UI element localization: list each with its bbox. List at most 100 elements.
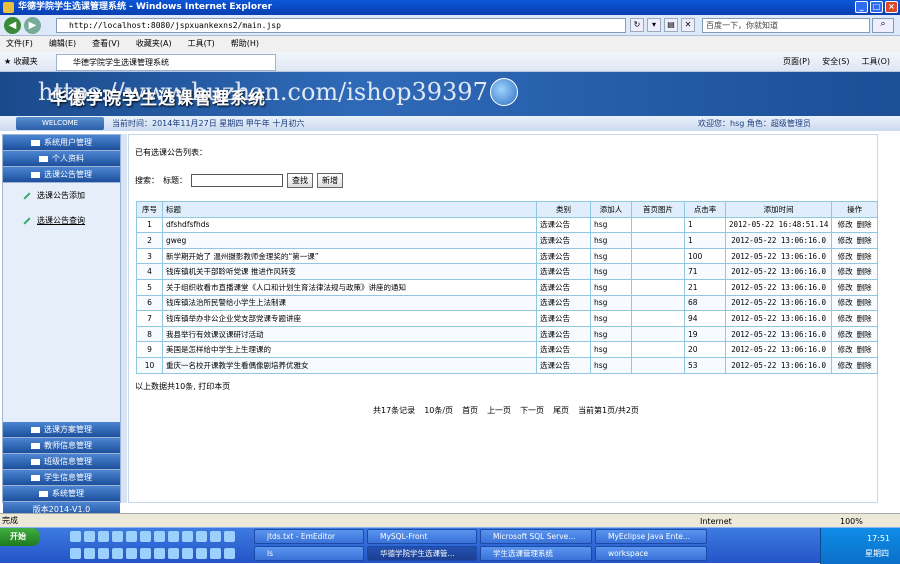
quicklaunch-icon[interactable] [70, 548, 81, 559]
sidebar-item-profile[interactable]: 个人资料 [3, 151, 120, 167]
task-workspace[interactable]: workspace [595, 546, 707, 561]
delete-link[interactable]: 删除 [857, 330, 872, 339]
quicklaunch-icon[interactable] [70, 531, 81, 542]
delete-link[interactable]: 删除 [857, 314, 872, 323]
sidebar-item-notices[interactable]: 选课公告管理 [3, 167, 120, 183]
quicklaunch-icon[interactable] [196, 548, 207, 559]
menu-view[interactable]: 查看(V) [92, 36, 120, 52]
cell-no: 1 [136, 216, 163, 234]
edit-link[interactable]: 修改 [838, 283, 853, 292]
cell-image [631, 232, 685, 249]
pager-prev[interactable]: 上一页 [487, 405, 511, 416]
delete-link[interactable]: 删除 [857, 236, 872, 245]
delete-link[interactable]: 删除 [857, 252, 872, 261]
maximize-button[interactable]: □ [870, 1, 883, 13]
cell-user: hsg [590, 310, 632, 327]
quicklaunch-icon[interactable] [168, 548, 179, 559]
quicklaunch-icon[interactable] [126, 531, 137, 542]
menu-help[interactable]: 帮助(H) [231, 36, 259, 52]
task-sqlserver[interactable]: Microsoft SQL Serve... [480, 529, 592, 544]
search-input[interactable]: 百度一下，你就知道 [702, 18, 870, 33]
tool-page[interactable]: 页面(P) [783, 56, 810, 68]
task-ls[interactable]: ls [254, 546, 364, 561]
delete-link[interactable]: 删除 [857, 283, 872, 292]
browser-tab[interactable]: 华德学院学生选课管理系统 [56, 54, 276, 71]
pager-last[interactable]: 尾页 [553, 405, 569, 416]
cell-hits: 100 [684, 247, 726, 265]
edit-link[interactable]: 修改 [838, 252, 853, 261]
sidebar-sub-query-notice[interactable]: 选课公告查询 [3, 208, 120, 233]
quicklaunch-icon[interactable] [98, 531, 109, 542]
delete-link[interactable]: 删除 [857, 267, 872, 276]
stop-icon[interactable]: ✕ [681, 18, 695, 32]
quicklaunch-icon[interactable] [98, 548, 109, 559]
pager-next[interactable]: 下一页 [520, 405, 544, 416]
quicklaunch-icon[interactable] [210, 548, 221, 559]
forward-icon[interactable]: ▶ [24, 17, 41, 34]
task-mysql-front[interactable]: MySQL-Front [367, 529, 477, 544]
edit-link[interactable]: 修改 [838, 298, 853, 307]
task-ie[interactable]: 华德学院学生选课管... [367, 546, 477, 561]
quicklaunch-icon[interactable] [84, 531, 95, 542]
pager-first[interactable]: 首页 [462, 405, 478, 416]
find-button[interactable]: 查找 [287, 173, 313, 188]
favorites-button[interactable]: ★ 收藏夹 [4, 56, 38, 68]
delete-link[interactable]: 删除 [857, 298, 872, 307]
sidebar-item-system[interactable]: 系统管理 [3, 486, 120, 502]
menu-edit[interactable]: 编辑(E) [49, 36, 76, 52]
address-input[interactable]: http://localhost:8080/jspxuankexns2/main… [56, 18, 626, 33]
task-emeditor[interactable]: jtds.txt - EmEditor [254, 529, 364, 544]
add-button[interactable]: 新增 [317, 173, 343, 188]
edit-link[interactable]: 修改 [838, 361, 853, 370]
quicklaunch-icon[interactable] [140, 531, 151, 542]
quicklaunch-icon[interactable] [224, 548, 235, 559]
quicklaunch-icon[interactable] [210, 531, 221, 542]
col-no: 序号 [136, 201, 163, 218]
sidebar-splitter[interactable] [121, 134, 127, 503]
sidebar-item-plans[interactable]: 选课方案管理 [3, 422, 120, 438]
sidebar-item-classes[interactable]: 班级信息管理 [3, 454, 120, 470]
minimize-button[interactable]: _ [855, 1, 868, 13]
back-icon[interactable]: ◀ [4, 17, 21, 34]
close-button[interactable]: × [885, 1, 898, 13]
quicklaunch-icon[interactable] [126, 548, 137, 559]
edit-link[interactable]: 修改 [838, 314, 853, 323]
refresh-icon[interactable]: ↻ [630, 18, 644, 32]
quicklaunch-icon[interactable] [154, 531, 165, 542]
delete-link[interactable]: 删除 [857, 361, 872, 370]
task-folder[interactable]: 学生选课管理系统 [480, 546, 592, 561]
edit-link[interactable]: 修改 [838, 220, 853, 229]
delete-link[interactable]: 删除 [857, 345, 872, 354]
quicklaunch-icon[interactable] [168, 531, 179, 542]
menu-file[interactable]: 文件(F) [6, 36, 33, 52]
tool-tools[interactable]: 工具(O) [861, 56, 890, 68]
sidebar-sub-add-notice[interactable]: 选课公告添加 [3, 183, 120, 208]
edit-link[interactable]: 修改 [838, 267, 853, 276]
delete-link[interactable]: 删除 [857, 220, 872, 229]
quicklaunch-icon[interactable] [182, 531, 193, 542]
menu-favorites[interactable]: 收藏夹(A) [136, 36, 172, 52]
title-search-input[interactable] [191, 174, 283, 187]
quicklaunch-icon[interactable] [112, 531, 123, 542]
edit-link[interactable]: 修改 [838, 236, 853, 245]
quicklaunch-icon[interactable] [84, 548, 95, 559]
menu-tools[interactable]: 工具(T) [188, 36, 215, 52]
dropdown-icon[interactable]: ▾ [647, 18, 661, 32]
task-myeclipse[interactable]: MyEclipse Java Ente... [595, 529, 707, 544]
mail-icon [31, 458, 40, 465]
sidebar-item-teachers[interactable]: 教师信息管理 [3, 438, 120, 454]
quicklaunch-icon[interactable] [154, 548, 165, 559]
search-icon[interactable]: ⌕ [872, 18, 894, 33]
edit-link[interactable]: 修改 [838, 330, 853, 339]
quicklaunch-icon[interactable] [224, 531, 235, 542]
compat-icon[interactable]: ▤ [664, 18, 678, 32]
tool-safety[interactable]: 安全(S) [822, 56, 849, 68]
quicklaunch-icon[interactable] [112, 548, 123, 559]
start-button[interactable]: 开始 [0, 528, 40, 546]
quicklaunch-icon[interactable] [196, 531, 207, 542]
quicklaunch-icon[interactable] [182, 548, 193, 559]
sidebar-item-users[interactable]: 系统用户管理 [3, 135, 120, 151]
quicklaunch-icon[interactable] [140, 548, 151, 559]
sidebar-item-students[interactable]: 学生信息管理 [3, 470, 120, 486]
edit-link[interactable]: 修改 [838, 345, 853, 354]
